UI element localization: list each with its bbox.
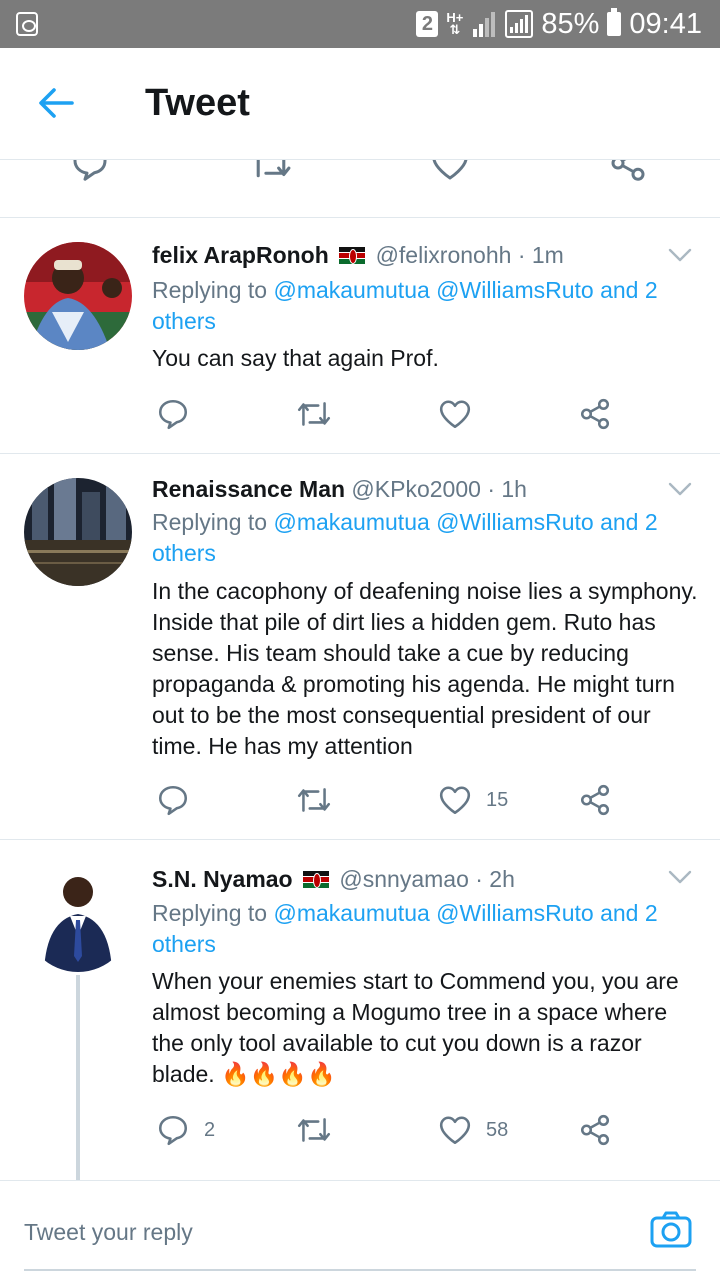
battery-percentage: 85% [541, 7, 600, 40]
sim-slot-indicator: 2 [416, 11, 439, 37]
thread-connector [76, 975, 80, 1180]
retweet-button[interactable] [295, 394, 333, 434]
display-name: S.N. Nyamao [152, 866, 293, 892]
signal-icon [471, 11, 497, 37]
share-button[interactable] [578, 394, 612, 434]
network-type-icon: H+ ⇅ [446, 10, 464, 37]
status-bar: 2 H+ ⇅ 85% 09:41 [0, 0, 720, 48]
reply-count: 2 [204, 1118, 216, 1141]
avatar[interactable] [24, 864, 132, 972]
share-icon [578, 783, 612, 817]
like-icon[interactable] [430, 160, 470, 186]
tweet-text: In the cacophony of deafening noise lies… [152, 578, 698, 759]
user-handle: @felixronohh [375, 242, 512, 268]
retweet-icon [295, 783, 333, 817]
tweet-time: · 1h [487, 476, 527, 502]
chevron-down-icon[interactable] [668, 482, 692, 496]
like-count: 15 [486, 788, 509, 811]
tweet-actions: 2 58 [152, 1110, 622, 1150]
like-icon [438, 397, 472, 431]
like-button[interactable] [438, 394, 486, 434]
share-button[interactable] [578, 780, 612, 820]
reply-button[interactable] [156, 780, 204, 820]
user-handle: @KPko2000 [351, 476, 481, 502]
tweet-text: When your enemies start to Commend you, … [152, 968, 679, 1087]
tweet-author[interactable]: S.N. Nyamao @snnyamao · 2h [152, 866, 515, 893]
display-name: felix ArapRonoh [152, 242, 329, 268]
clock: 09:41 [629, 7, 702, 40]
share-icon [578, 1113, 612, 1147]
reply-input[interactable]: Tweet your reply [24, 1219, 193, 1246]
reply-composer[interactable]: Tweet your reply [0, 1180, 720, 1280]
chevron-down-icon[interactable] [668, 870, 692, 884]
share-icon [578, 397, 612, 431]
page-title: Tweet [145, 82, 250, 124]
replying-to: Replying to @makaumutua @WilliamsRuto an… [152, 509, 658, 566]
reply-tweet[interactable]: Renaissance Man @KPko2000 · 1h Replying … [0, 454, 720, 840]
reply-button[interactable]: 2 [156, 1110, 215, 1150]
tweet-author[interactable]: Renaissance Man @KPko2000 · 1h [152, 476, 527, 503]
tweet-actions: 15 [152, 780, 622, 820]
retweet-button[interactable] [295, 1110, 333, 1150]
user-handle: @snnyamao [339, 866, 469, 892]
main-tweet-actions [0, 160, 720, 218]
share-icon[interactable] [608, 160, 648, 186]
tweet-time: · 2h [475, 866, 515, 892]
battery-icon [607, 8, 622, 36]
back-arrow-icon[interactable] [36, 86, 76, 120]
share-button[interactable] [578, 1110, 612, 1150]
signal-strength-icon [505, 10, 534, 38]
reply-icon [156, 397, 190, 431]
reply-icon [156, 1113, 190, 1147]
reply-tweet[interactable]: felix ArapRonoh @felixronohh · 1m Replyi… [0, 218, 720, 454]
notification-icon [16, 12, 38, 36]
replying-to: Replying to @makaumutua @WilliamsRuto an… [152, 900, 658, 957]
reply-icon [156, 783, 190, 817]
kenya-flag-icon [339, 247, 366, 264]
like-icon [438, 1113, 472, 1147]
chevron-down-icon[interactable] [668, 248, 692, 262]
replying-to: Replying to @makaumutua @WilliamsRuto an… [152, 277, 658, 334]
tweet-actions [152, 394, 622, 434]
retweet-icon [295, 1113, 333, 1147]
tweet-time: · 1m [517, 242, 564, 268]
display-name: Renaissance Man [152, 476, 346, 502]
avatar[interactable] [24, 478, 132, 586]
retweet-icon [295, 397, 333, 431]
app-header: Tweet [0, 48, 720, 160]
reply-icon[interactable] [70, 160, 110, 186]
reply-tweet[interactable]: S.N. Nyamao @snnyamao · 2h Replying to @… [0, 840, 720, 1180]
like-button[interactable]: 58 [438, 1110, 508, 1150]
tweet-text: You can say that again Prof. [152, 345, 439, 371]
tweet-author[interactable]: felix ArapRonoh @felixronohh · 1m [152, 242, 564, 269]
input-underline [24, 1269, 696, 1271]
camera-icon[interactable] [650, 1211, 692, 1249]
like-icon [438, 783, 472, 817]
retweet-icon[interactable] [248, 160, 294, 186]
reply-button[interactable] [156, 394, 204, 434]
retweet-button[interactable] [295, 780, 333, 820]
avatar[interactable] [24, 242, 132, 350]
like-count: 58 [486, 1118, 509, 1141]
like-button[interactable]: 15 [438, 780, 508, 820]
kenya-flag-icon [303, 871, 329, 888]
